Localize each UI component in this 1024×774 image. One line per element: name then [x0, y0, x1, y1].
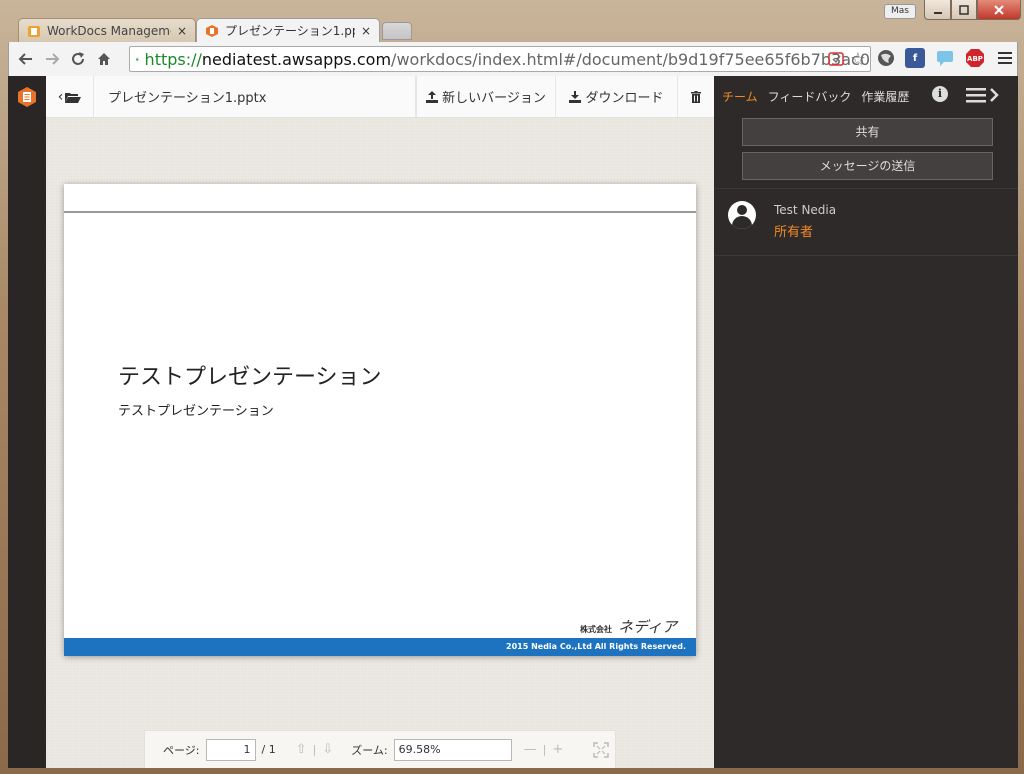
back-button[interactable] [13, 46, 39, 72]
minimize-button[interactable] [924, 0, 951, 20]
tab-workdocs-management[interactable]: WorkDocs Management × [18, 18, 196, 42]
prev-page-icon[interactable]: ⇧ [296, 742, 307, 757]
slide-title: テストプレゼンテーション [118, 365, 382, 390]
title-bar: WorkDocs Management × プレゼンテーション1.pptx × … [0, 0, 1024, 42]
document-header: ‹ プレゼンテーション1.pptx 新しいバージョン ダウンロード [46, 76, 714, 118]
page-label: ページ: [163, 743, 200, 757]
url-path: /workdocs/index.html#/document/b9d19f75e… [391, 49, 870, 69]
download-button[interactable]: ダウンロード [556, 76, 678, 117]
new-version-button[interactable]: 新しいバージョン [416, 76, 556, 117]
chevron-left-icon: ‹ [57, 88, 64, 105]
browser-toolbar: https://nediatest.awsapps.com/workdocs/i… [8, 42, 1018, 76]
url-scheme: https:// [144, 49, 202, 69]
new-tab-button[interactable] [382, 22, 412, 40]
address-bar[interactable]: https://nediatest.awsapps.com/workdocs/i… [129, 46, 871, 72]
download-icon [569, 90, 582, 103]
document-viewer: テストプレゼンテーション テストプレゼンテーション 株式会社 ネディア 2015… [46, 118, 714, 768]
divider [714, 255, 1018, 256]
workdocs-logo-icon[interactable] [16, 86, 38, 108]
extension-icons: f ABP [877, 48, 1015, 68]
delete-button[interactable] [678, 76, 714, 117]
tab-title: WorkDocs Management [47, 23, 171, 38]
info-icon[interactable]: i [932, 86, 948, 102]
avatar [728, 201, 756, 229]
left-nav [8, 76, 46, 768]
hamburger-icon [998, 52, 1012, 64]
slide-subtitle: テストプレゼンテーション [118, 404, 274, 419]
slide-preview: テストプレゼンテーション テストプレゼンテーション 株式会社 ネディア 2015… [64, 184, 696, 656]
fullscreen-icon[interactable] [593, 741, 609, 758]
page-total: / 1 [261, 743, 276, 756]
forward-button[interactable] [39, 46, 65, 72]
download-label: ダウンロード [585, 91, 664, 106]
trash-icon [691, 90, 701, 103]
svg-text:ABP: ABP [967, 55, 983, 63]
right-panel: チーム フィードバック 作業履歴 i 共有 メッセージの送信 Test Nedi… [714, 76, 1018, 768]
tab-activity[interactable]: 作業履歴 [861, 88, 909, 105]
tab-feedback[interactable]: フィードバック [768, 88, 852, 105]
arrow-left-icon [18, 53, 32, 65]
browser-window: WorkDocs Management × プレゼンテーション1.pptx × … [0, 0, 1024, 774]
home-icon [98, 53, 110, 65]
document-title: プレゼンテーション1.pptx [94, 76, 416, 117]
tab-close-icon[interactable]: × [361, 24, 371, 38]
panel-menu-button[interactable] [966, 86, 1000, 109]
next-page-icon[interactable]: ⇩ [322, 742, 333, 757]
close-icon [994, 4, 1004, 15]
home-button[interactable] [91, 46, 117, 72]
maximize-icon [959, 4, 969, 15]
page-action-icon[interactable] [828, 52, 844, 66]
zoom-in-icon[interactable]: + [552, 742, 563, 757]
url-host: nediatest.awsapps.com [201, 49, 392, 69]
slide-company-logo: 株式会社 ネディア [580, 616, 677, 637]
tab-close-icon[interactable]: × [177, 24, 187, 38]
zoom-out-icon[interactable]: — [524, 742, 537, 757]
tab-team[interactable]: チーム [722, 88, 758, 105]
hamburger-chevron-icon [966, 88, 999, 103]
lock-icon [136, 57, 139, 61]
member-item[interactable]: Test Nedia 所有者 [728, 201, 836, 240]
tab-presentation[interactable]: プレゼンテーション1.pptx × [196, 18, 380, 42]
close-window-button[interactable] [977, 0, 1021, 20]
workdocs-favicon-icon [206, 24, 218, 37]
zoom-input[interactable] [393, 738, 512, 761]
member-name: Test Nedia [774, 203, 837, 217]
bookmark-star-icon[interactable]: ☆ [850, 49, 866, 70]
reload-icon [72, 52, 84, 65]
company-label: 株式会社 [580, 625, 612, 634]
page-input[interactable] [205, 738, 256, 761]
slide-footer: 2015 Nedia Co.,Ltd All Rights Reserved. [64, 638, 696, 656]
back-to-folder-button[interactable]: ‹ [46, 76, 94, 117]
zoom-label: ズーム: [351, 743, 388, 757]
divider [714, 188, 1018, 189]
member-role: 所有者 [774, 225, 814, 240]
pager-separator: | [542, 743, 547, 756]
share-button[interactable]: 共有 [742, 118, 993, 146]
pager-separator: | [312, 743, 317, 756]
reload-button[interactable] [65, 46, 91, 72]
workdocs-favicon-icon [28, 25, 40, 37]
browser-menu-button[interactable] [995, 48, 1015, 68]
company-name: ネディア [618, 618, 677, 636]
upload-icon [426, 90, 439, 103]
folder-open-icon [65, 92, 82, 103]
slide-divider [64, 211, 696, 213]
tab-title: プレゼンテーション1.pptx [225, 24, 355, 38]
arrow-right-icon [46, 53, 60, 65]
member-info: Test Nedia 所有者 [774, 201, 836, 240]
maximize-button[interactable] [951, 0, 977, 20]
chat-icon[interactable] [935, 49, 955, 67]
profile-chip[interactable]: Mas [884, 4, 916, 19]
pager-bar: ページ: / 1 ⇧ | ⇩ ズーム: — | + [144, 730, 616, 768]
workdocs-app: ‹ プレゼンテーション1.pptx 新しいバージョン ダウンロード テストプレゼ… [8, 76, 1018, 768]
new-version-label: 新しいバージョン [442, 91, 546, 106]
globe-icon[interactable] [877, 49, 895, 67]
send-message-button[interactable]: メッセージの送信 [742, 152, 993, 180]
adblock-icon[interactable]: ABP [965, 48, 985, 68]
minimize-icon [933, 11, 942, 14]
facebook-icon[interactable]: f [905, 48, 925, 68]
